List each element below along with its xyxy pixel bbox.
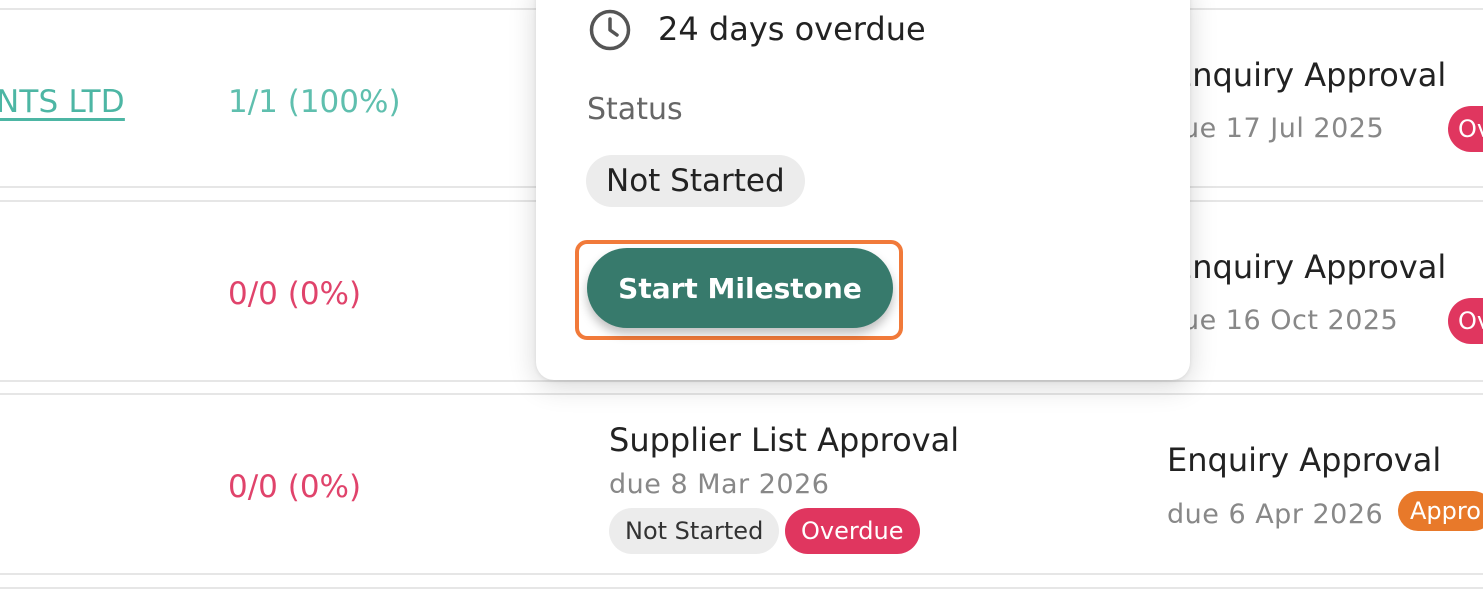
start-milestone-button[interactable]: Start Milestone: [587, 248, 893, 328]
clock-icon: [588, 8, 632, 52]
status-value-badge: Not Started: [586, 155, 805, 207]
next-milestone-due: due 6 Apr 2026: [1167, 499, 1384, 530]
divider: [0, 587, 1483, 589]
table-row: 0/0 (0%) Supplier List Approval due 8 Ma…: [0, 393, 1483, 575]
milestone-popover: 24 days overdue Status Not Started Start…: [536, 0, 1190, 380]
overdue-badge: Ov: [1448, 298, 1483, 344]
next-milestone-due: ue 17 Jul 2025: [1182, 113, 1385, 144]
progress-value: 0/0 (0%): [228, 469, 362, 505]
current-milestone-due: due 8 Mar 2026: [609, 469, 830, 500]
overdue-badge: Overdue: [785, 508, 920, 554]
next-milestone-due: ue 16 Oct 2025: [1182, 305, 1399, 336]
approval-badge: Appro: [1398, 491, 1483, 531]
current-milestone-title[interactable]: Supplier List Approval: [609, 421, 959, 459]
next-milestone-title[interactable]: Enquiry Approval: [1172, 56, 1446, 94]
client-link[interactable]: NTS LTD: [0, 84, 125, 120]
next-milestone-title[interactable]: Enquiry Approval: [1167, 441, 1441, 479]
overdue-duration: 24 days overdue: [658, 10, 926, 48]
progress-value: 1/1 (100%): [228, 84, 401, 120]
next-milestone-title[interactable]: Enquiry Approval: [1172, 248, 1446, 286]
overdue-badge: Ov: [1448, 106, 1483, 152]
status-label: Status: [587, 92, 683, 127]
status-badge: Not Started: [609, 508, 780, 554]
milestones-table: NTS LTD 1/1 (100%) Enquiry Approval ue 1…: [0, 0, 1483, 595]
progress-value: 0/0 (0%): [228, 276, 362, 312]
